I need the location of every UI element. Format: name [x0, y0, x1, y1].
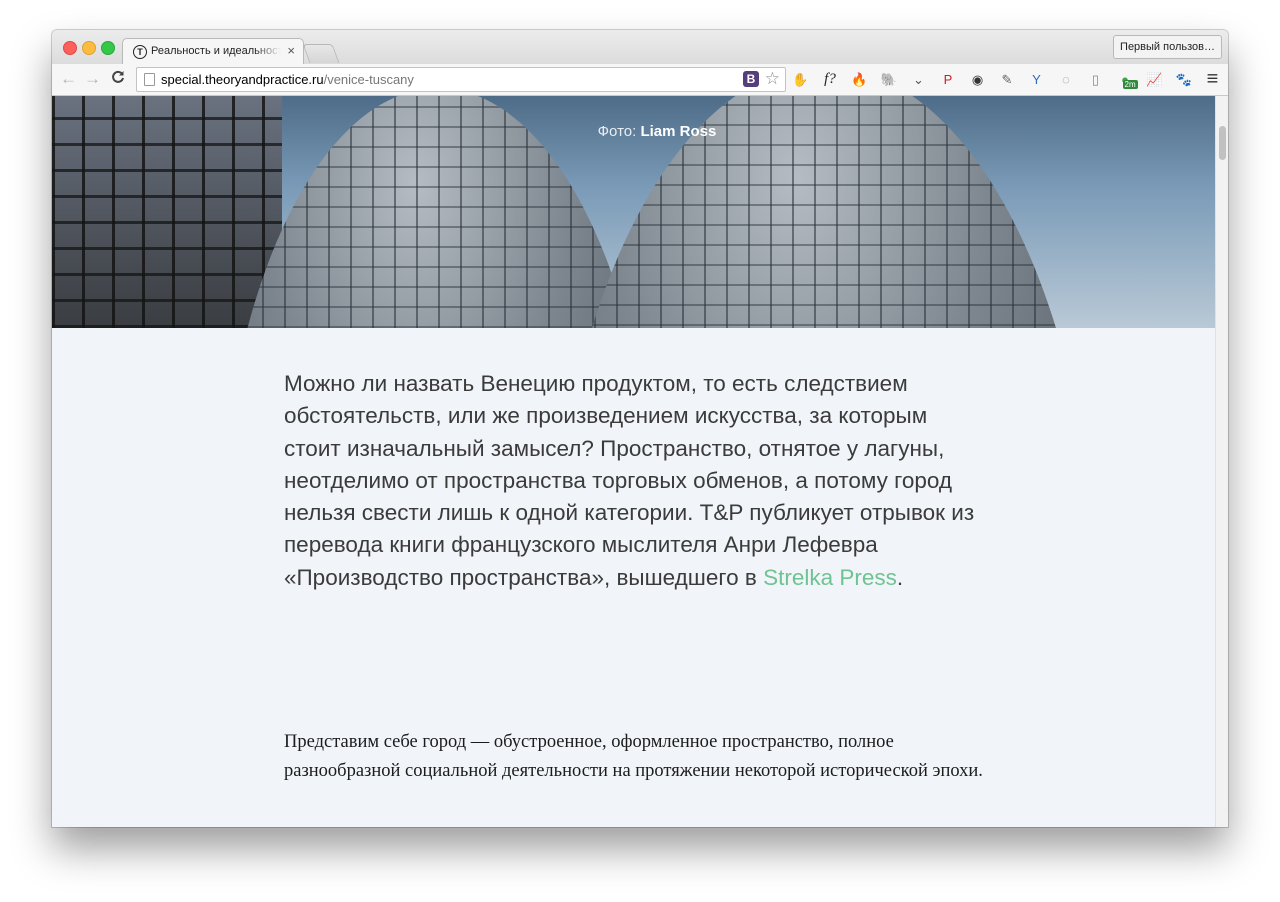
scrollbar-thumb[interactable]	[1219, 126, 1226, 160]
browser-tab[interactable]: T Реальность и идеальност ×	[122, 38, 304, 65]
page-icon	[144, 73, 155, 86]
minimize-window-button[interactable]	[82, 41, 96, 55]
adblock-icon[interactable]: ✋	[792, 71, 809, 88]
tab-title: Реальность и идеальност	[151, 45, 281, 57]
extension-badge: 2m	[1122, 80, 1138, 89]
url-text[interactable]: special.theoryandpractice.ru/venice-tusc…	[161, 72, 414, 87]
f-question-icon[interactable]: f?	[822, 71, 839, 88]
evernote-icon[interactable]: 🐘	[881, 71, 898, 88]
browser-window: T Реальность и идеальност × Первый польз…	[52, 30, 1228, 827]
url-path: /venice-tuscany	[323, 72, 414, 87]
zoom-window-button[interactable]	[101, 41, 115, 55]
rss-badge-icon[interactable]: ●2m	[1117, 71, 1138, 89]
bootstrap-icon[interactable]: B	[743, 71, 759, 87]
new-tab-button[interactable]	[302, 44, 340, 63]
lead-text: Можно ли назвать Венецию продуктом, то е…	[284, 371, 975, 590]
chart-icon[interactable]: 📈	[1146, 71, 1163, 88]
reload-icon[interactable]	[111, 70, 125, 84]
profile-button[interactable]: Первый пользов…	[1113, 35, 1222, 59]
pinterest-icon[interactable]: P	[940, 71, 957, 88]
browser-toolbar: ← → special.theoryandpractice.ru/venice-…	[52, 64, 1228, 96]
menu-icon[interactable]: ≡	[1204, 69, 1221, 89]
y-icon[interactable]: Y	[1028, 71, 1045, 88]
bookmark-star-icon[interactable]: ☆	[765, 69, 780, 89]
fire-icon[interactable]: 🔥	[851, 71, 868, 88]
tp-favicon-icon: T	[133, 45, 147, 59]
photo-credit-prefix: Фото:	[597, 123, 637, 140]
address-bar[interactable]: special.theoryandpractice.ru/venice-tusc…	[136, 67, 786, 92]
article-paragraph: Представим себе город — обустроенное, оф…	[284, 732, 983, 781]
ring-icon[interactable]: ◌	[1058, 71, 1075, 88]
photo-credit: Фото: Liam Ross	[52, 123, 1215, 140]
lead-end: .	[896, 564, 904, 590]
scrollbar[interactable]	[1215, 96, 1228, 827]
title-bar: T Реальность и идеальност × Первый польз…	[52, 30, 1228, 65]
hero-photo: Фото: Liam Ross	[52, 96, 1215, 328]
back-arrow-icon[interactable]: ←	[60, 69, 77, 89]
page-content: Фото: Liam Ross Можно ли назвать Венецию…	[52, 96, 1215, 827]
photo-credit-author[interactable]: Liam Ross	[640, 123, 716, 140]
forward-arrow-icon[interactable]: →	[84, 69, 101, 89]
article-lead: Можно ли назвать Венецию продуктом, то е…	[284, 368, 984, 594]
reader-icon[interactable]: ▯	[1087, 71, 1104, 88]
lens-icon[interactable]: ◉	[969, 71, 986, 88]
paw-icon[interactable]: 🐾	[1176, 71, 1193, 88]
url-host: special.theoryandpractice.ru	[161, 72, 324, 87]
tab-close-icon[interactable]: ×	[287, 43, 295, 58]
pocket-icon[interactable]: ⌄	[910, 71, 927, 88]
close-window-button[interactable]	[63, 41, 77, 55]
eyedropper-icon[interactable]: ✎	[999, 71, 1016, 88]
strelka-press-link[interactable]: Strelka Press	[763, 565, 897, 590]
